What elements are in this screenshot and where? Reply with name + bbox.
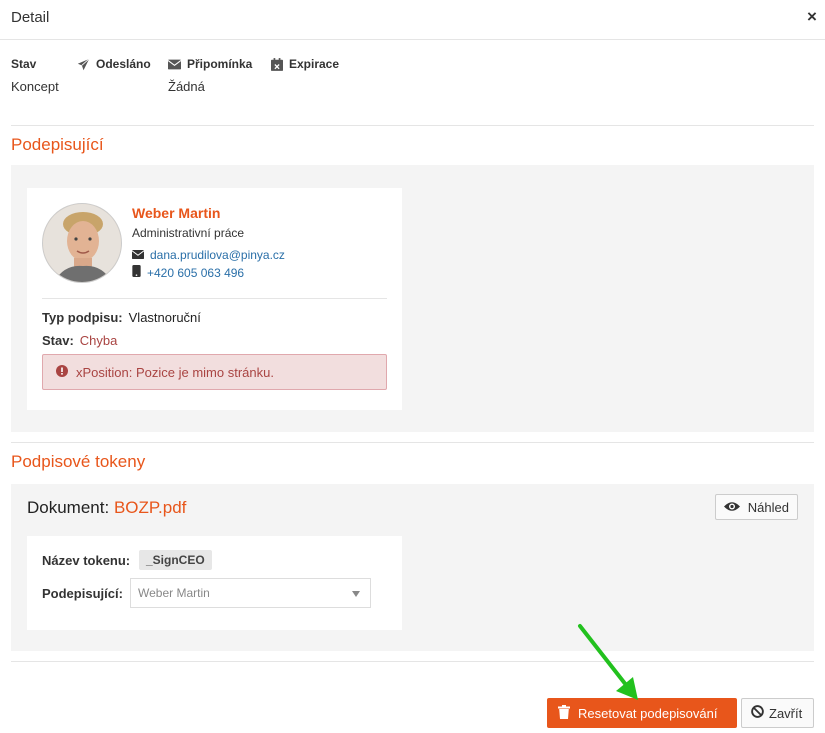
signer-name[interactable]: Weber Martin — [132, 205, 220, 221]
sign-type-row: Typ podpisu: Vlastnoruční — [42, 310, 201, 325]
signer-email: dana.prudilova@pinya.cz — [131, 248, 285, 262]
dialog-title: Detail — [11, 9, 50, 26]
reset-signing-label: Resetovat podepisování — [578, 705, 718, 721]
paper-plane-icon — [77, 58, 90, 71]
token-name-badge: _SignCEO — [139, 550, 212, 570]
status-expiry: Expirace — [271, 57, 339, 79]
ban-icon — [751, 705, 764, 721]
status-reminder: Připomínka Žádná — [168, 57, 252, 94]
status-state: Stav Koncept — [11, 57, 59, 94]
signer-state-label: Stav: — [42, 333, 74, 348]
signers-section-title: Podepisující — [11, 135, 104, 154]
status-sent: Odesláno — [77, 57, 151, 79]
divider — [11, 125, 814, 126]
signer-email-link[interactable]: dana.prudilova@pinya.cz — [150, 248, 285, 262]
expiry-label: Expirace — [289, 57, 340, 71]
document-title: Dokument: BOZP.pdf — [27, 498, 186, 518]
calendar-x-icon — [271, 57, 283, 71]
reminder-value: Žádná — [168, 79, 205, 94]
avatar — [42, 203, 122, 283]
signer-phone: +420 605 063 496 — [132, 265, 244, 280]
signer-state-value: Chyba — [79, 333, 118, 348]
state-label: Stav — [11, 57, 37, 71]
signer-state-row: Stav: Chyba — [42, 333, 117, 348]
sign-type-label: Typ podpisu: — [42, 310, 123, 325]
dialog-header: Detail × — [0, 0, 825, 40]
signer-card: Weber Martin Administrativní práce dana.… — [27, 188, 402, 410]
trash-icon — [558, 704, 570, 722]
preview-label: Náhled — [747, 499, 789, 515]
close-label: Zavřít — [769, 705, 803, 721]
preview-button[interactable]: Náhled — [714, 494, 798, 520]
annotation-arrow-icon — [578, 624, 638, 700]
mobile-icon — [132, 265, 141, 280]
token-name-label: Název tokenu: — [42, 553, 131, 568]
signer-select[interactable]: Weber Martin — [130, 578, 371, 608]
tokens-panel: Dokument: BOZP.pdf Náhled Název tokenu: … — [11, 484, 814, 651]
eye-icon — [723, 500, 740, 515]
close-icon[interactable]: × — [803, 7, 821, 27]
sign-type-value: Vlastnoruční — [128, 310, 201, 325]
signers-panel: Weber Martin Administrativní práce dana.… — [11, 165, 814, 432]
signer-select-value: Weber Martin — [138, 586, 210, 600]
signer-role: Administrativní práce — [132, 226, 245, 240]
envelope-icon — [131, 248, 145, 262]
close-button[interactable]: Zavřít — [741, 698, 814, 728]
card-divider — [42, 298, 387, 299]
reminder-label: Připomínka — [187, 57, 253, 71]
error-alert: xPosition: Pozice je mimo stránku. — [42, 354, 387, 390]
sent-label: Odesláno — [96, 57, 151, 71]
state-value: Koncept — [11, 79, 59, 94]
caret-down-icon — [352, 591, 360, 597]
document-label: Dokument: — [27, 498, 110, 517]
divider — [11, 442, 814, 443]
token-signer-label: Podepisující: — [42, 586, 123, 601]
error-message: xPosition: Pozice je mimo stránku. — [76, 364, 274, 380]
envelope-icon — [168, 59, 181, 70]
exclamation-circle-icon — [56, 364, 68, 380]
tokens-section-title: Podpisové tokeny — [11, 452, 146, 471]
document-name[interactable]: BOZP.pdf — [114, 498, 186, 517]
divider — [11, 661, 814, 662]
token-card: Název tokenu: _SignCEO Podepisující: Web… — [27, 536, 402, 630]
signer-phone-link[interactable]: +420 605 063 496 — [147, 266, 244, 280]
